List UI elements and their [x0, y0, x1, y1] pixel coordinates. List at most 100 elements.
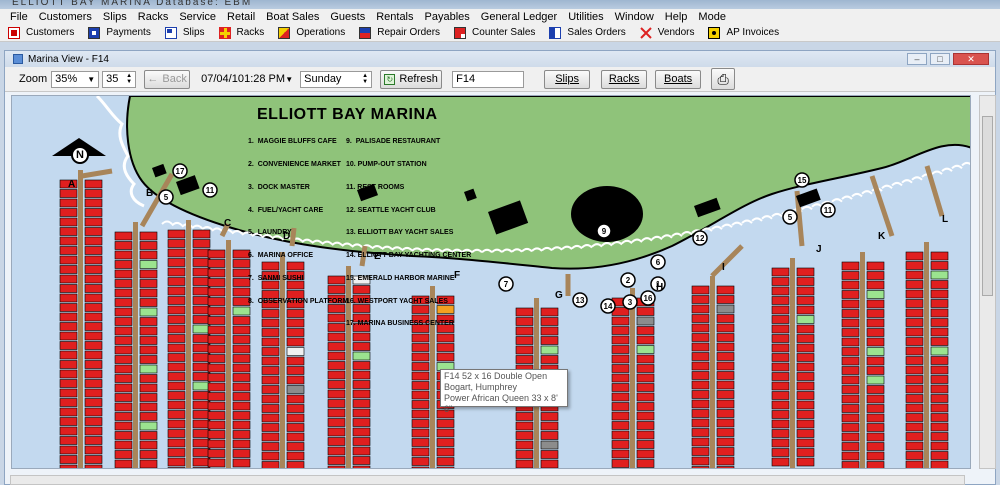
- legend-item: 16. WESTPORT YACHT SALES: [346, 297, 448, 305]
- slip-cell: [691, 428, 710, 437]
- slips-button[interactable]: Slips: [544, 69, 591, 89]
- slip-cell: [261, 432, 280, 442]
- slip-cell: [866, 366, 885, 375]
- menu-rentals[interactable]: Rentals: [376, 11, 413, 23]
- slip-cell: [192, 410, 211, 419]
- zoom-select[interactable]: 35% ▼: [51, 70, 100, 88]
- wave-mark: [201, 226, 213, 231]
- slip-cell: [691, 390, 710, 399]
- slip-cell: [84, 341, 103, 350]
- menu-payables[interactable]: Payables: [425, 11, 470, 23]
- slip-cell: [691, 342, 710, 352]
- slip-cell: [167, 353, 186, 362]
- date-value: 07/04/10: [201, 73, 244, 85]
- scroll-thumb[interactable]: [982, 116, 993, 296]
- menu-general-ledger[interactable]: General Ledger: [481, 11, 557, 23]
- slip-cell: [796, 305, 815, 315]
- close-button[interactable]: ✕: [953, 53, 989, 65]
- slip-cell: [905, 432, 924, 441]
- slip-cell: [540, 440, 559, 450]
- toolbar-repair-orders-button[interactable]: Repair Orders: [359, 26, 440, 39]
- slip-cell: [84, 284, 103, 293]
- slip-cell: [930, 432, 949, 441]
- slip-cell: [796, 267, 815, 277]
- slip-cell: [207, 449, 226, 458]
- slip-cell: [841, 280, 860, 290]
- horizontal-scrollbar[interactable]: [10, 475, 965, 485]
- slip-cell: [905, 327, 924, 337]
- slip-cell: [139, 307, 158, 317]
- slip-cell: [59, 436, 78, 445]
- slip-cell: [540, 450, 559, 459]
- wave-mark: [161, 220, 173, 225]
- slip-cell: [691, 418, 710, 428]
- toolbar-operations-button[interactable]: Operations: [278, 26, 345, 39]
- refresh-button[interactable]: ↻ Refresh: [380, 69, 443, 89]
- slip-cell: [841, 451, 860, 461]
- slip-cell: [352, 342, 371, 351]
- slip-cell: [515, 317, 534, 326]
- menu-window[interactable]: Window: [615, 11, 654, 23]
- menu-service[interactable]: Service: [179, 11, 216, 23]
- menu-slips[interactable]: Slips: [103, 11, 127, 23]
- slip-cell: [192, 286, 211, 296]
- slip-cell: [207, 325, 226, 335]
- slip-cell: [59, 455, 78, 464]
- slip-cell: [114, 288, 133, 298]
- slip-cell: [611, 335, 630, 345]
- menu-retail[interactable]: Retail: [227, 11, 255, 23]
- zoom-stepper[interactable]: 35 ▲ ▼: [102, 70, 137, 88]
- menu-help[interactable]: Help: [665, 11, 688, 23]
- slip-cell: [691, 295, 710, 304]
- toolbar-counter-sales-button[interactable]: Counter Sales: [454, 26, 535, 39]
- slip-cell: [139, 326, 158, 336]
- slip-cell: [930, 289, 949, 299]
- racks-button[interactable]: Racks: [601, 69, 648, 89]
- print-button[interactable]: ⎙: [711, 68, 736, 90]
- wave-mark: [701, 227, 713, 232]
- slip-cell: [716, 304, 735, 314]
- slip-cell: [139, 412, 158, 421]
- toolbar-slips-button[interactable]: Slips: [164, 26, 205, 39]
- day-stepper[interactable]: Sunday ▲ ▼: [300, 70, 373, 88]
- back-button[interactable]: ← Back: [144, 69, 191, 89]
- wave-mark: [951, 164, 963, 170]
- chevron-down-icon: ▼: [285, 74, 294, 84]
- landmark-number: 17: [176, 167, 185, 176]
- minimize-button[interactable]: –: [907, 53, 927, 65]
- restore-button[interactable]: □: [930, 53, 950, 65]
- slip-cell: [796, 372, 815, 381]
- toolbar-payments-button[interactable]: Payments: [88, 26, 151, 39]
- vertical-scrollbar[interactable]: [979, 95, 996, 469]
- toolbar-racks-button[interactable]: Racks: [218, 26, 264, 39]
- slip-cell: [436, 466, 455, 468]
- menu-customers[interactable]: Customers: [39, 11, 92, 23]
- slip-cell: [192, 267, 211, 277]
- slip-cell: [114, 298, 133, 307]
- toolbar-customers-button[interactable]: Customers: [8, 26, 74, 39]
- slip-cell: [114, 459, 133, 468]
- menu-utilities[interactable]: Utilities: [568, 11, 603, 23]
- menu-racks[interactable]: Racks: [138, 11, 169, 23]
- toolbar-vendors-button[interactable]: Vendors: [640, 26, 694, 39]
- menu-mode[interactable]: Mode: [698, 11, 726, 23]
- menu-boat-sales[interactable]: Boat Sales: [266, 11, 319, 23]
- slip-cell: [905, 289, 924, 299]
- date-time-picker[interactable]: 07/04/10 1:28 PM ▼: [198, 71, 296, 88]
- menu-guests[interactable]: Guests: [330, 11, 365, 23]
- slip-cell: [796, 324, 815, 334]
- marina-title: ELLIOTT BAY MARINA: [257, 106, 438, 123]
- toolbar-ap-invoices-button[interactable]: AP Invoices: [708, 26, 779, 39]
- slip-cell: [866, 280, 885, 290]
- boats-button[interactable]: Boats: [655, 69, 702, 89]
- slip-cell: [866, 394, 885, 404]
- slip-search-input[interactable]: F14: [452, 70, 525, 88]
- toolbar-sales-orders-button[interactable]: Sales Orders: [549, 26, 626, 39]
- slip-cell: [771, 334, 790, 343]
- slip-cell: [59, 284, 78, 293]
- legend-item: 17. MARINA BUSINESS CENTER: [346, 320, 454, 328]
- slip-cell: [192, 429, 211, 438]
- slip-cell: [114, 383, 133, 393]
- slip-cell: [59, 198, 78, 208]
- menu-file[interactable]: File: [10, 11, 28, 23]
